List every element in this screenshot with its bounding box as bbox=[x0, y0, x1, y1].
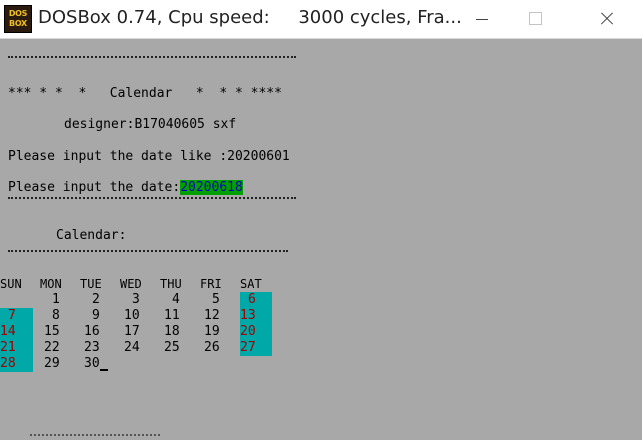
separator-line bbox=[8, 250, 288, 252]
calendar-day: 3 bbox=[132, 292, 140, 307]
calendar-heading: Calendar: bbox=[56, 228, 127, 243]
weekday-header-mon: MON bbox=[40, 277, 62, 291]
prompt-input-line: Please input the date:20200618 bbox=[8, 180, 243, 196]
calendar-day: 30 bbox=[84, 356, 100, 371]
calendar-day: 26 bbox=[204, 340, 220, 355]
calendar-day: 19 bbox=[204, 324, 220, 339]
weekday-header-thu: THU bbox=[160, 277, 182, 291]
calendar-day: 6 bbox=[240, 292, 272, 308]
calendar-day: 4 bbox=[172, 292, 180, 307]
separator-line bbox=[8, 197, 296, 199]
calendar-day: 20 bbox=[240, 324, 272, 340]
weekday-header-tue: TUE bbox=[80, 277, 102, 291]
calendar-day: 10 bbox=[124, 308, 140, 323]
partial-text-edge bbox=[30, 434, 160, 440]
calendar-day: 27 bbox=[240, 340, 272, 356]
app-icon-text-bottom: BOX bbox=[9, 19, 27, 28]
calendar-day: 11 bbox=[164, 308, 180, 323]
calendar-day: 22 bbox=[44, 340, 60, 355]
text-cursor bbox=[100, 369, 108, 371]
window-titlebar[interactable]: DOS BOX DOSBox 0.74, Cpu speed: 3000 cyc… bbox=[0, 0, 642, 39]
dosbox-app-icon[interactable]: DOS BOX bbox=[4, 5, 32, 33]
app-icon-text-top: DOS bbox=[8, 9, 28, 18]
calendar-day: 17 bbox=[124, 324, 140, 339]
calendar-day: 18 bbox=[164, 324, 180, 339]
calendar-day: 14 bbox=[0, 324, 33, 340]
calendar-day: 15 bbox=[44, 324, 60, 339]
prompt-example-line: Please input the date like :20200601 bbox=[8, 149, 290, 164]
date-input-value[interactable]: 20200618 bbox=[180, 180, 243, 195]
calendar-day: 2 bbox=[92, 292, 100, 307]
calendar-day: 29 bbox=[44, 356, 60, 371]
weekday-header-sat: SAT bbox=[240, 277, 262, 291]
weekday-header-sun: SUN bbox=[0, 277, 22, 291]
dos-console-screen[interactable]: *** * * * Calendar * * * **** designer:B… bbox=[0, 38, 642, 438]
separator-line bbox=[8, 56, 296, 58]
close-button[interactable] bbox=[584, 0, 630, 38]
weekday-header-fri: FRI bbox=[200, 277, 222, 291]
calendar-day: 24 bbox=[124, 340, 140, 355]
calendar-banner: *** * * * Calendar * * * **** bbox=[8, 86, 282, 101]
designer-line: designer:B17040605 sxf bbox=[64, 117, 237, 132]
window-title: DOSBox 0.74, Cpu speed: 3000 cycles, Fra… bbox=[38, 7, 462, 28]
calendar-day: 16 bbox=[84, 324, 100, 339]
calendar-day: 7 bbox=[0, 308, 33, 324]
weekday-header-wed: WED bbox=[120, 277, 142, 291]
calendar-day: 28 bbox=[0, 356, 33, 372]
maximize-button[interactable] bbox=[505, 0, 551, 38]
calendar-day: 8 bbox=[52, 308, 60, 323]
prompt-input-label: Please input the date: bbox=[8, 180, 181, 195]
calendar-day: 9 bbox=[92, 308, 100, 323]
minimize-button[interactable] bbox=[460, 0, 506, 38]
calendar-day: 5 bbox=[212, 292, 220, 307]
calendar-day: 13 bbox=[240, 308, 272, 324]
calendar-day: 21 bbox=[0, 340, 33, 356]
calendar-day: 12 bbox=[204, 308, 220, 323]
calendar-day: 1 bbox=[52, 292, 60, 307]
calendar-day: 23 bbox=[84, 340, 100, 355]
calendar-day: 25 bbox=[164, 340, 180, 355]
